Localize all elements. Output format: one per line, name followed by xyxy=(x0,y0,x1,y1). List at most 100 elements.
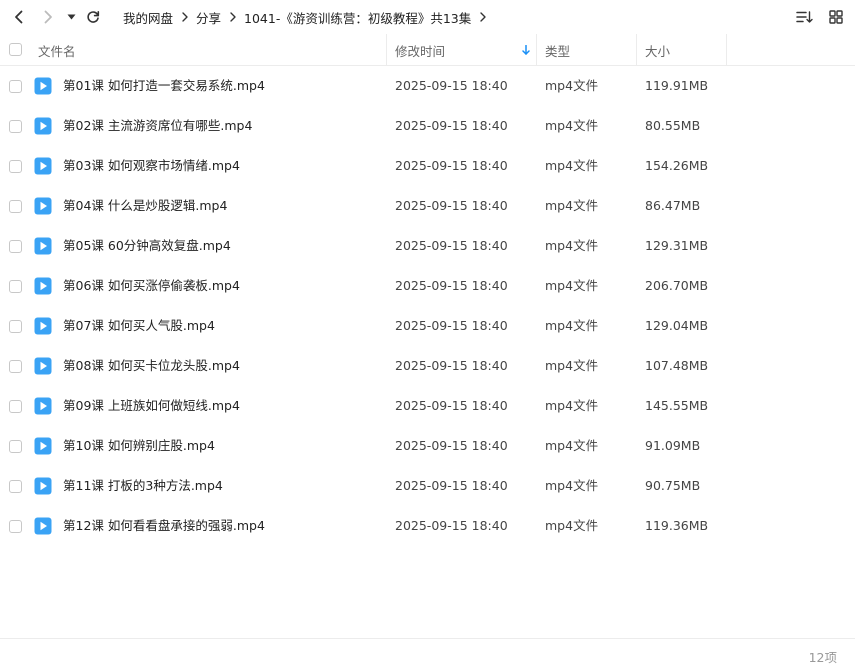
file-row[interactable]: 第07课 如何买人气股.mp4 2025-09-15 18:40 mp4文件 1… xyxy=(0,306,855,346)
file-type: mp4文件 xyxy=(545,478,599,493)
file-name: 第06课 如何买涨停偷袭板.mp4 xyxy=(63,278,240,293)
row-checkbox[interactable] xyxy=(9,160,22,173)
file-row[interactable]: 第11课 打板的3种方法.mp4 2025-09-15 18:40 mp4文件 … xyxy=(0,466,855,506)
file-type: mp4文件 xyxy=(545,518,599,533)
file-size: 119.36MB xyxy=(645,518,709,533)
file-modified: 2025-09-15 18:40 xyxy=(395,118,508,133)
sort-list-icon xyxy=(795,11,813,23)
video-file-icon xyxy=(34,77,52,95)
sort-descending-icon xyxy=(522,45,530,55)
column-header-name[interactable]: 文件名 xyxy=(30,34,387,66)
file-modified: 2025-09-15 18:40 xyxy=(395,318,508,333)
row-checkbox[interactable] xyxy=(9,480,22,493)
file-type: mp4文件 xyxy=(545,158,599,173)
video-file-icon xyxy=(34,397,52,415)
file-name: 第04课 什么是炒股逻辑.mp4 xyxy=(63,198,228,213)
chevron-left-icon xyxy=(15,10,23,24)
video-file-icon xyxy=(34,357,52,375)
status-bar: 12项 xyxy=(0,638,855,665)
file-name: 第08课 如何买卡位龙头股.mp4 xyxy=(63,358,240,373)
history-dropdown-button[interactable] xyxy=(62,6,80,28)
file-modified: 2025-09-15 18:40 xyxy=(395,358,508,373)
file-row[interactable]: 第05课 60分钟高效复盘.mp4 2025-09-15 18:40 mp4文件… xyxy=(0,226,855,266)
file-modified: 2025-09-15 18:40 xyxy=(395,278,508,293)
row-checkbox[interactable] xyxy=(9,200,22,213)
chevron-right-icon xyxy=(44,10,52,24)
file-row[interactable]: 第10课 如何辨别庄股.mp4 2025-09-15 18:40 mp4文件 9… xyxy=(0,426,855,466)
file-size: 129.04MB xyxy=(645,318,709,333)
file-row[interactable]: 第08课 如何买卡位龙头股.mp4 2025-09-15 18:40 mp4文件… xyxy=(0,346,855,386)
column-header-size[interactable]: 大小 xyxy=(637,34,726,66)
file-type: mp4文件 xyxy=(545,318,599,333)
file-size: 90.75MB xyxy=(645,478,701,493)
file-size: 119.91MB xyxy=(645,78,709,93)
file-size: 91.09MB xyxy=(645,438,701,453)
file-modified: 2025-09-15 18:40 xyxy=(395,398,508,413)
breadcrumb-item-current-folder[interactable]: 1041-《游资训练营：初级教程》共13集 xyxy=(244,8,471,27)
file-modified: 2025-09-15 18:40 xyxy=(395,478,508,493)
item-count: 12项 xyxy=(808,650,837,665)
file-name: 第01课 如何打造一套交易系统.mp4 xyxy=(63,78,265,93)
column-header-name-label: 文件名 xyxy=(38,43,76,59)
file-type: mp4文件 xyxy=(545,238,599,253)
file-modified: 2025-09-15 18:40 xyxy=(395,78,508,93)
video-file-icon xyxy=(34,317,52,335)
row-checkbox[interactable] xyxy=(9,400,22,413)
file-type: mp4文件 xyxy=(545,358,599,373)
column-header-type-label: 类型 xyxy=(545,43,571,59)
view-tools xyxy=(793,6,847,28)
file-row[interactable]: 第12课 如何看看盘承接的强弱.mp4 2025-09-15 18:40 mp4… xyxy=(0,506,855,546)
file-name: 第11课 打板的3种方法.mp4 xyxy=(63,478,223,493)
file-name: 第03课 如何观察市场情绪.mp4 xyxy=(63,158,240,173)
file-name: 第09课 上班族如何做短线.mp4 xyxy=(63,398,240,413)
refresh-button[interactable] xyxy=(82,6,104,28)
file-modified: 2025-09-15 18:40 xyxy=(395,438,508,453)
video-file-icon xyxy=(34,117,52,135)
video-file-icon xyxy=(34,277,52,295)
file-name: 第07课 如何买人气股.mp4 xyxy=(63,318,215,333)
file-size: 129.31MB xyxy=(645,238,709,253)
file-modified: 2025-09-15 18:40 xyxy=(395,158,508,173)
row-checkbox[interactable] xyxy=(9,440,22,453)
refresh-icon xyxy=(87,11,100,23)
row-checkbox[interactable] xyxy=(9,360,22,373)
file-type: mp4文件 xyxy=(545,78,599,93)
video-file-icon xyxy=(34,157,52,175)
row-checkbox[interactable] xyxy=(9,120,22,133)
file-type: mp4文件 xyxy=(545,398,599,413)
chevron-right-icon xyxy=(173,0,196,34)
file-row[interactable]: 第09课 上班族如何做短线.mp4 2025-09-15 18:40 mp4文件… xyxy=(0,386,855,426)
file-row[interactable]: 第06课 如何买涨停偷袭板.mp4 2025-09-15 18:40 mp4文件… xyxy=(0,266,855,306)
file-row[interactable]: 第01课 如何打造一套交易系统.mp4 2025-09-15 18:40 mp4… xyxy=(0,66,855,106)
sort-button[interactable] xyxy=(793,6,815,28)
column-divider[interactable] xyxy=(726,34,727,66)
breadcrumb-item-share[interactable]: 分享 xyxy=(196,8,221,27)
view-mode-button[interactable] xyxy=(825,6,847,28)
video-file-icon xyxy=(34,237,52,255)
row-checkbox[interactable] xyxy=(9,280,22,293)
file-modified: 2025-09-15 18:40 xyxy=(395,238,508,253)
file-modified: 2025-09-15 18:40 xyxy=(395,198,508,213)
column-header-modified[interactable]: 修改时间 xyxy=(387,34,536,66)
chevron-right-icon[interactable] xyxy=(471,0,494,34)
row-checkbox[interactable] xyxy=(9,80,22,93)
video-file-icon xyxy=(34,437,52,455)
file-row[interactable]: 第02课 主流游资席位有哪些.mp4 2025-09-15 18:40 mp4文… xyxy=(0,106,855,146)
row-checkbox[interactable] xyxy=(9,320,22,333)
back-button[interactable] xyxy=(8,6,30,28)
column-header-modified-label: 修改时间 xyxy=(395,43,446,59)
file-row[interactable]: 第04课 什么是炒股逻辑.mp4 2025-09-15 18:40 mp4文件 … xyxy=(0,186,855,226)
file-type: mp4文件 xyxy=(545,118,599,133)
file-size: 145.55MB xyxy=(645,398,709,413)
file-name: 第05课 60分钟高效复盘.mp4 xyxy=(63,238,231,253)
toolbar: 我的网盘 分享 1041-《游资训练营：初级教程》共13集 xyxy=(0,0,855,34)
file-row[interactable]: 第03课 如何观察市场情绪.mp4 2025-09-15 18:40 mp4文件… xyxy=(0,146,855,186)
row-checkbox[interactable] xyxy=(9,520,22,533)
column-header-type[interactable]: 类型 xyxy=(537,34,636,66)
breadcrumb-item-my-drive[interactable]: 我的网盘 xyxy=(123,8,173,27)
forward-button[interactable] xyxy=(37,6,59,28)
select-all-checkbox[interactable] xyxy=(9,43,22,56)
row-checkbox[interactable] xyxy=(9,240,22,253)
file-name: 第02课 主流游资席位有哪些.mp4 xyxy=(63,118,253,133)
chevron-right-icon xyxy=(221,0,244,34)
